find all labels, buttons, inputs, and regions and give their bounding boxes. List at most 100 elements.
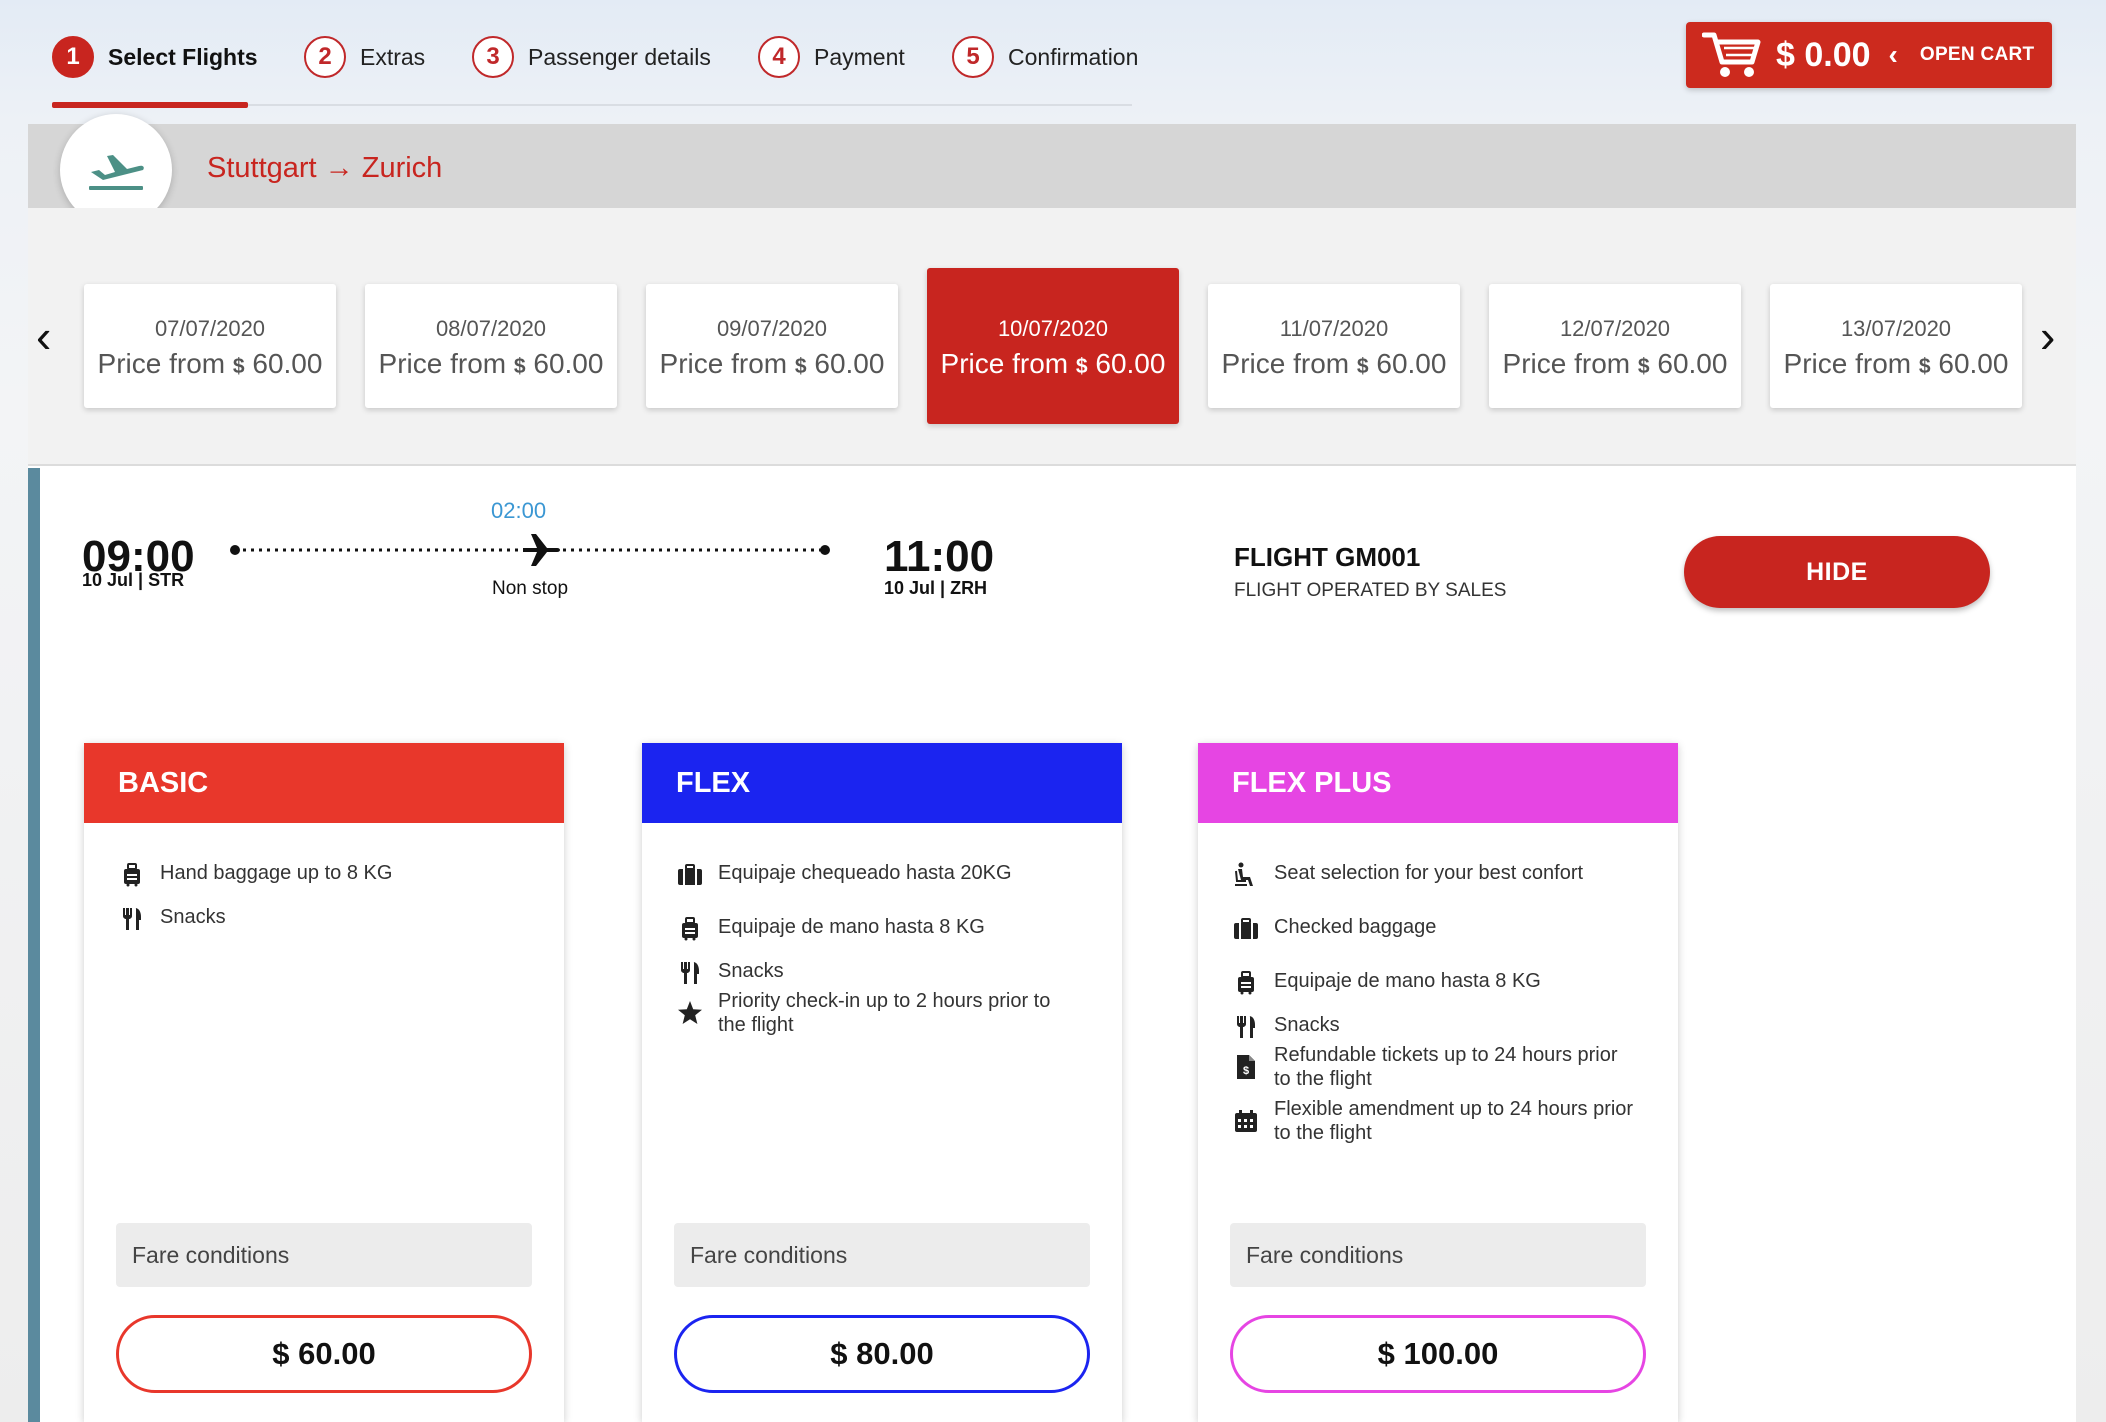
price-prefix: Price from [940, 348, 1069, 379]
step-label: Passenger details [528, 43, 711, 70]
currency: $ [513, 355, 526, 378]
utensils-icon [1232, 1013, 1260, 1041]
fare-conditions-button[interactable]: Fare conditions [116, 1223, 532, 1287]
fare-feature: Equipaje de mano hasta 8 KG [676, 915, 985, 943]
fare-feature: Seat selection for your best confort [1232, 861, 1583, 889]
fare-feature-text: Refundable tickets up to 24 hours prior … [1274, 1044, 1618, 1090]
date-label: 08/07/2020 [435, 316, 547, 341]
date-label: 10/07/2020 [997, 316, 1109, 341]
currency: $ [1356, 355, 1369, 378]
date-card[interactable]: 07/07/2020 Price from $ 60.00 [84, 284, 336, 408]
date-price: Price from $ 60.00 [1770, 348, 2022, 380]
flight-number: FLIGHT GM001 [1234, 542, 1421, 572]
fare-title: FLEX PLUS [1198, 743, 1678, 823]
suitcase-icon [676, 861, 704, 889]
fare-feature-text: Seat selection for your best confort [1274, 862, 1584, 884]
fare-conditions-button[interactable]: Fare conditions [674, 1223, 1090, 1287]
fare-feature: Snacks [1232, 1013, 1340, 1041]
date-carousel: ‹ 07/07/2020 Price from $ 60.00 08/07/20… [28, 208, 2076, 466]
date-label: 11/07/2020 [1279, 316, 1389, 341]
star-icon [676, 999, 704, 1027]
step-passenger-details[interactable]: 3 Passenger details [472, 36, 711, 78]
currency: $ [232, 355, 245, 378]
fare-feature-text: Equipaje de mano hasta 8 KG [718, 916, 985, 938]
open-cart-button[interactable]: $ 0.00 ‹ OPEN CART [1686, 22, 2052, 88]
currency: $ [1075, 355, 1088, 378]
date-price: Price from $ 60.00 [1208, 348, 1460, 380]
date-label: 12/07/2020 [1559, 316, 1671, 341]
arrival-info: 10 Jul | ZRH [884, 578, 988, 598]
price-value: 60.00 [1657, 348, 1728, 379]
date-card-selected[interactable]: 10/07/2020 Price from $ 60.00 [927, 268, 1179, 424]
shopping-cart-icon [1702, 32, 1761, 77]
calendar-icon [1232, 1107, 1260, 1135]
hide-button[interactable]: HIDE [1684, 536, 1990, 608]
fare-card-flex-plus: FLEX PLUS Seat selection for your best c… [1198, 743, 1678, 1422]
step-label: Confirmation [1008, 43, 1139, 70]
fare-conditions-button[interactable]: Fare conditions [1230, 1223, 1646, 1287]
utensils-icon [676, 959, 704, 987]
booking-stepper: 1 Select Flights 2 Extras 3 Passenger de… [52, 30, 1138, 108]
date-card[interactable]: 13/07/2020 Price from $ 60.00 [1770, 284, 2022, 408]
hand-baggage-icon [1232, 969, 1260, 997]
date-label: 07/07/2020 [154, 316, 266, 341]
step-confirmation[interactable]: 5 Confirmation [952, 36, 1138, 78]
fare-feature-text: Priority check-in up to 2 hours prior to… [718, 990, 1051, 1036]
select-fare-button[interactable]: $ 100.00 [1230, 1315, 1646, 1393]
airplane-icon [523, 534, 560, 566]
fare-feature: Checked baggage [1232, 915, 1436, 943]
chevron-left-icon: ‹ [1888, 39, 1898, 70]
fare-feature: Snacks [118, 905, 226, 933]
chevron-right-icon[interactable]: › [2040, 313, 2055, 359]
date-card[interactable]: 08/07/2020 Price from $ 60.00 [365, 284, 617, 408]
step-extras[interactable]: 2 Extras [304, 36, 425, 78]
select-fare-button[interactable]: $ 60.00 [116, 1315, 532, 1393]
flight-accent-bar [28, 468, 40, 1422]
price-value: 60.00 [533, 348, 604, 379]
select-fare-button[interactable]: $ 80.00 [674, 1315, 1090, 1393]
price-value: 60.00 [814, 348, 885, 379]
chevron-left-icon[interactable]: ‹ [36, 313, 51, 359]
date-label: 13/07/2020 [1840, 316, 1952, 341]
fare-feature-text: Checked baggage [1274, 916, 1437, 938]
active-step-indicator [52, 102, 248, 108]
price-prefix: Price from [1783, 348, 1912, 379]
date-price: Price from $ 60.00 [646, 348, 898, 380]
fare-title: BASIC [84, 743, 564, 823]
step-select-flights[interactable]: 1 Select Flights [52, 36, 258, 78]
currency: $ [1918, 355, 1931, 378]
flight-timeline [230, 534, 830, 566]
price-prefix: Price from [1502, 348, 1631, 379]
date-card[interactable]: 12/07/2020 Price from $ 60.00 [1489, 284, 1741, 408]
price-prefix: Price from [378, 348, 507, 379]
date-card[interactable]: 11/07/2020 Price from $ 60.00 [1208, 284, 1460, 408]
fare-feature-text: Snacks [1274, 1014, 1340, 1036]
svg-text:$: $ [1243, 1065, 1249, 1077]
open-cart-label: OPEN CART [1919, 44, 2035, 65]
stops-label: Non stop [492, 578, 569, 599]
step-payment[interactable]: 4 Payment [758, 36, 905, 78]
date-price: Price from $ 60.00 [84, 348, 336, 380]
fare-card-flex: FLEX Equipaje chequeado hasta 20KG Equip… [642, 743, 1122, 1422]
arrival-time: 11:00 [884, 532, 995, 581]
step-number: 5 [952, 36, 994, 78]
suitcase-icon [1232, 915, 1260, 943]
step-number: 3 [472, 36, 514, 78]
date-card[interactable]: 09/07/2020 Price from $ 60.00 [646, 284, 898, 408]
route-title: Stuttgart → Zurich [207, 152, 443, 184]
price-value: 60.00 [1938, 348, 2009, 379]
step-label: Extras [360, 43, 426, 70]
currency: $ [794, 355, 807, 378]
date-label: 09/07/2020 [716, 316, 828, 341]
hand-baggage-icon [118, 861, 146, 889]
departure-plane-icon [89, 155, 144, 190]
fare-feature-text: Equipaje chequeado hasta 20KG [718, 862, 1012, 884]
fare-card-basic: BASIC Hand baggage up to 8 KG Snacks Far… [84, 743, 564, 1422]
date-price: Price from $ 60.00 [365, 348, 617, 380]
fare-feature: Equipaje de mano hasta 8 KG [1232, 969, 1541, 997]
fare-feature: Flexible amendment up to 24 hours prior … [1232, 1097, 1634, 1145]
fare-feature-text: Hand baggage up to 8 KG [160, 862, 393, 884]
operated-by: FLIGHT OPERATED BY SALES [1234, 580, 1507, 601]
step-number: 1 [52, 36, 94, 78]
fare-feature: Hand baggage up to 8 KG [118, 861, 392, 889]
